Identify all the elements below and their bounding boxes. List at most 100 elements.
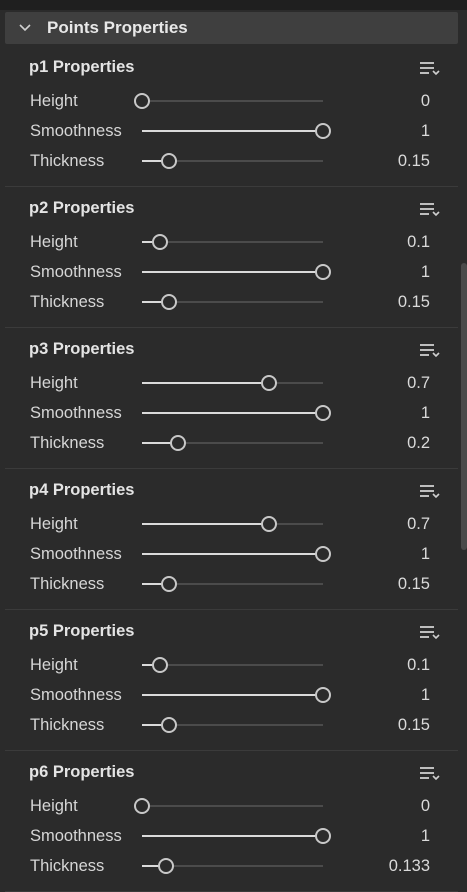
height-value[interactable]: 0.7 bbox=[407, 374, 430, 393]
thickness-value[interactable]: 0.133 bbox=[389, 857, 430, 876]
slider-handle[interactable] bbox=[161, 717, 178, 733]
thickness-label: Thickness bbox=[30, 293, 105, 311]
height-slider[interactable] bbox=[142, 657, 323, 673]
height-value[interactable]: 0.1 bbox=[407, 233, 430, 252]
slider-handle[interactable] bbox=[315, 123, 331, 139]
height-label: Height bbox=[30, 374, 78, 392]
thickness-value[interactable]: 0.15 bbox=[398, 575, 430, 594]
list-options-icon[interactable] bbox=[419, 342, 441, 360]
slider-handle[interactable] bbox=[170, 435, 187, 451]
slider-handle[interactable] bbox=[260, 375, 277, 391]
smoothness-value[interactable]: 1 bbox=[421, 404, 430, 423]
scrollbar-thumb[interactable] bbox=[461, 263, 467, 550]
smoothness-value[interactable]: 1 bbox=[421, 827, 430, 846]
slider-handle[interactable] bbox=[161, 576, 178, 592]
smoothness-row: Smoothness 1 bbox=[5, 539, 458, 569]
smoothness-slider[interactable] bbox=[142, 123, 331, 139]
thickness-value[interactable]: 0.15 bbox=[398, 293, 430, 312]
height-value[interactable]: 0 bbox=[421, 92, 430, 111]
panel-p1: p1 Properties Height 0 Smoothness 1 Thickness… bbox=[5, 46, 458, 184]
panel-title: p1 Properties bbox=[29, 58, 135, 76]
slider-handle[interactable] bbox=[152, 234, 169, 250]
slider-handle[interactable] bbox=[161, 153, 178, 169]
smoothness-slider[interactable] bbox=[142, 828, 331, 844]
slider-handle[interactable] bbox=[152, 657, 169, 673]
thickness-slider[interactable] bbox=[142, 717, 323, 733]
thickness-row: Thickness 0.15 bbox=[5, 569, 458, 599]
height-value[interactable]: 0.1 bbox=[407, 656, 430, 675]
panel-title: p5 Properties bbox=[29, 622, 135, 640]
slider-handle[interactable] bbox=[315, 828, 331, 844]
slider-handle[interactable] bbox=[161, 294, 178, 310]
height-value[interactable]: 0 bbox=[421, 797, 430, 816]
smoothness-slider[interactable] bbox=[142, 264, 331, 280]
thickness-slider[interactable] bbox=[142, 858, 323, 874]
thickness-row: Thickness 0.133 bbox=[5, 851, 458, 881]
slider-fill bbox=[142, 271, 323, 273]
height-row: Height 0.1 bbox=[5, 227, 458, 257]
slider-fill bbox=[142, 553, 323, 555]
smoothness-slider[interactable] bbox=[142, 546, 331, 562]
height-label: Height bbox=[30, 656, 78, 674]
thickness-slider[interactable] bbox=[142, 153, 323, 169]
height-slider[interactable] bbox=[142, 375, 323, 391]
header-title: Points Properties bbox=[47, 18, 188, 37]
list-options-icon[interactable] bbox=[419, 624, 441, 642]
panel-title: p6 Properties bbox=[29, 763, 135, 781]
panel-title: p3 Properties bbox=[29, 340, 135, 358]
smoothness-slider[interactable] bbox=[142, 405, 331, 421]
height-label: Height bbox=[30, 797, 78, 815]
slider-handle[interactable] bbox=[315, 405, 331, 421]
height-slider[interactable] bbox=[142, 516, 323, 532]
smoothness-label: Smoothness bbox=[30, 404, 122, 422]
smoothness-label: Smoothness bbox=[30, 122, 122, 140]
panel-p2: p2 Properties Height 0.1 Smoothness 1 Thickne… bbox=[5, 187, 458, 325]
list-options-icon[interactable] bbox=[419, 483, 441, 501]
thickness-value[interactable]: 0.2 bbox=[407, 434, 430, 453]
slider-handle[interactable] bbox=[315, 264, 331, 280]
thickness-slider[interactable] bbox=[142, 435, 323, 451]
thickness-label: Thickness bbox=[30, 152, 105, 170]
height-row: Height 0.7 bbox=[5, 368, 458, 398]
list-options-icon[interactable] bbox=[419, 765, 441, 783]
slider-handle[interactable] bbox=[260, 516, 277, 532]
slider-handle[interactable] bbox=[315, 687, 331, 703]
slider-handle[interactable] bbox=[134, 798, 150, 814]
thickness-value[interactable]: 0.15 bbox=[398, 152, 430, 171]
height-slider[interactable] bbox=[134, 798, 323, 814]
slider-handle[interactable] bbox=[134, 93, 150, 109]
panel-p6: p6 Properties Height 0 Smoothness 1 Thickness… bbox=[5, 751, 458, 889]
top-bar bbox=[0, 0, 467, 10]
smoothness-value[interactable]: 1 bbox=[421, 122, 430, 141]
height-row: Height 0 bbox=[5, 791, 458, 821]
height-value[interactable]: 0.7 bbox=[407, 515, 430, 534]
smoothness-label: Smoothness bbox=[30, 545, 122, 563]
slider-fill bbox=[142, 523, 269, 525]
thickness-slider[interactable] bbox=[142, 294, 323, 310]
smoothness-value[interactable]: 1 bbox=[421, 263, 430, 282]
list-options-icon[interactable] bbox=[419, 60, 441, 78]
slider-handle[interactable] bbox=[315, 546, 331, 562]
smoothness-value[interactable]: 1 bbox=[421, 686, 430, 705]
smoothness-value[interactable]: 1 bbox=[421, 545, 430, 564]
panel-p5: p5 Properties Height 0.1 Smoothness 1 Thickne… bbox=[5, 610, 458, 748]
smoothness-row: Smoothness 1 bbox=[5, 257, 458, 287]
smoothness-row: Smoothness 1 bbox=[5, 680, 458, 710]
chevron-down-icon[interactable] bbox=[17, 20, 33, 36]
smoothness-row: Smoothness 1 bbox=[5, 821, 458, 851]
height-slider[interactable] bbox=[142, 234, 323, 250]
height-label: Height bbox=[30, 515, 78, 533]
thickness-row: Thickness 0.15 bbox=[5, 710, 458, 740]
thickness-slider[interactable] bbox=[142, 576, 323, 592]
smoothness-label: Smoothness bbox=[30, 827, 122, 845]
height-slider[interactable] bbox=[134, 93, 323, 109]
thickness-row: Thickness 0.15 bbox=[5, 146, 458, 176]
points-properties-header[interactable]: Points Properties bbox=[5, 12, 458, 44]
list-options-icon[interactable] bbox=[419, 201, 441, 219]
thickness-value[interactable]: 0.15 bbox=[398, 716, 430, 735]
smoothness-slider[interactable] bbox=[142, 687, 331, 703]
smoothness-row: Smoothness 1 bbox=[5, 116, 458, 146]
slider-handle[interactable] bbox=[158, 858, 175, 874]
slider-fill bbox=[142, 130, 323, 132]
height-row: Height 0.7 bbox=[5, 509, 458, 539]
